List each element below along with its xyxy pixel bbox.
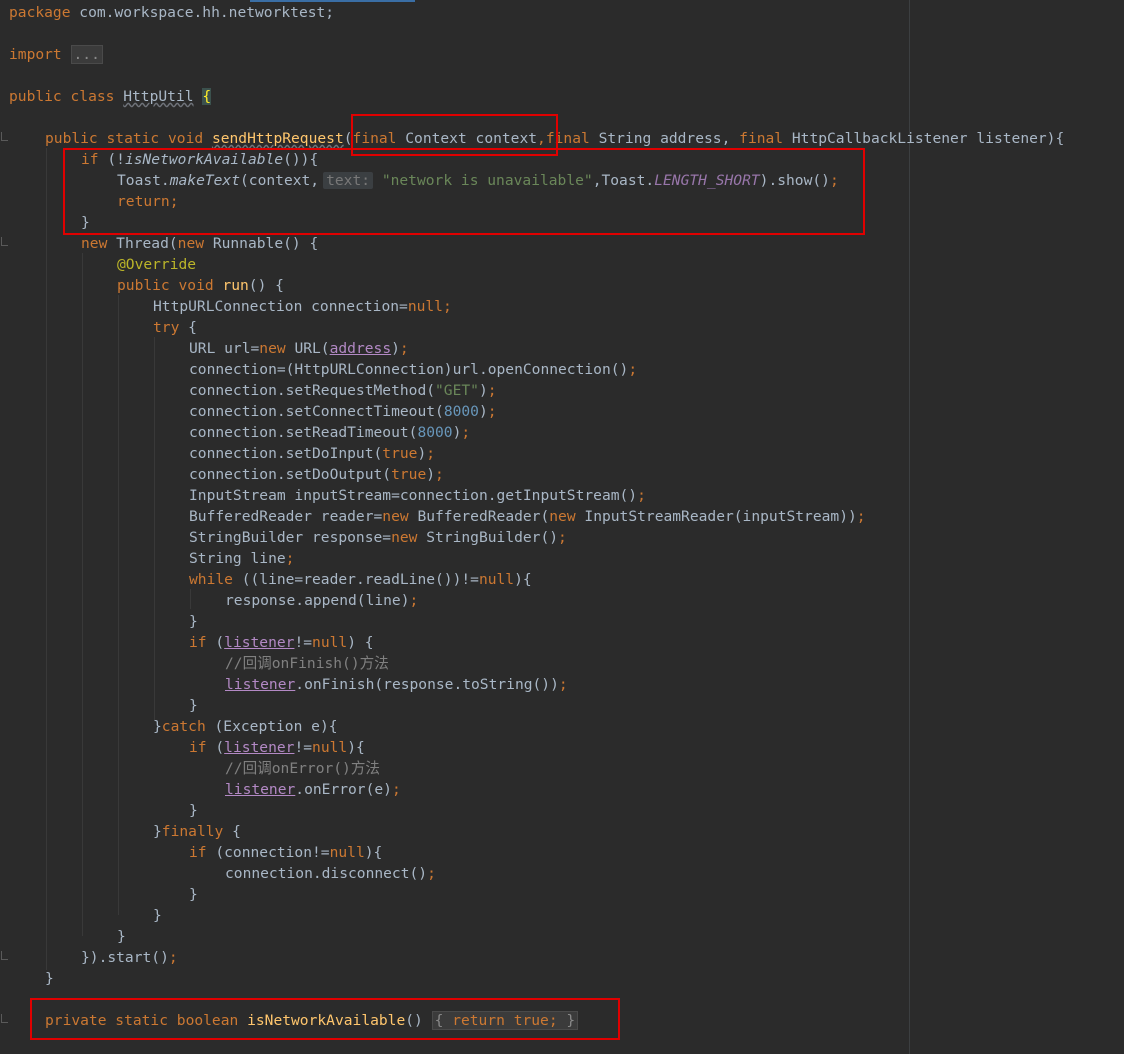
indent-guide xyxy=(118,295,119,915)
code-line[interactable]: if (listener!=null) { xyxy=(189,632,374,653)
code-line[interactable]: } xyxy=(189,884,198,905)
code-line[interactable]: //回调onError()方法 xyxy=(225,758,380,779)
code-line[interactable]: package com.workspace.hh.networktest; xyxy=(9,2,334,23)
right-margin-guide xyxy=(909,0,910,1054)
indent-guide xyxy=(82,253,83,936)
code-line[interactable]: if (connection!=null){ xyxy=(189,842,382,863)
highlight-box-network-check xyxy=(63,148,865,235)
code-line[interactable]: StringBuilder response=new StringBuilder… xyxy=(189,527,567,548)
code-line[interactable]: connection.disconnect(); xyxy=(225,863,436,884)
indent-guide xyxy=(190,589,191,609)
fold-marker-icon[interactable] xyxy=(1,951,8,960)
code-comment: //回调onError()方法 xyxy=(225,760,381,777)
code-line[interactable]: listener.onFinish(response.toString()); xyxy=(225,674,568,695)
code-line[interactable]: }catch (Exception e){ xyxy=(153,716,338,737)
code-line[interactable]: }).start(); xyxy=(81,947,178,968)
code-line[interactable]: }finally { xyxy=(153,821,241,842)
code-line[interactable]: connection.setConnectTimeout(8000); xyxy=(189,401,497,422)
code-line[interactable]: //回调onFinish()方法 xyxy=(225,653,389,674)
fold-marker-icon[interactable] xyxy=(1,1014,8,1023)
folded-imports[interactable]: ... xyxy=(70,45,103,64)
code-line[interactable]: public class HttpUtil { xyxy=(9,86,212,107)
code-line[interactable]: import ... xyxy=(9,44,103,65)
code-line[interactable]: try { xyxy=(153,317,197,338)
code-line[interactable]: } xyxy=(189,695,198,716)
matched-brace: { xyxy=(202,88,212,105)
code-line[interactable]: connection.setReadTimeout(8000); xyxy=(189,422,470,443)
code-line[interactable]: InputStream inputStream=connection.getIn… xyxy=(189,485,646,506)
code-line[interactable]: URL url=new URL(address); xyxy=(189,338,409,359)
code-line[interactable]: response.append(line); xyxy=(225,590,418,611)
highlight-box-network-method xyxy=(30,998,620,1040)
fold-marker-icon[interactable] xyxy=(1,132,8,141)
code-line[interactable]: } xyxy=(153,905,162,926)
fold-marker-icon[interactable] xyxy=(1,237,8,246)
code-line[interactable]: while ((line=reader.readLine())!=null){ xyxy=(189,569,532,590)
code-line[interactable]: connection.setDoOutput(true); xyxy=(189,464,444,485)
class-name: HttpUtil xyxy=(123,88,194,105)
indent-guide xyxy=(46,148,47,970)
code-line[interactable]: BufferedReader reader=new BufferedReader… xyxy=(189,506,866,527)
code-line[interactable]: public void run() { xyxy=(117,275,284,296)
code-comment: //回调onFinish()方法 xyxy=(225,655,389,672)
code-line[interactable]: } xyxy=(189,611,198,632)
code-line[interactable]: connection.setRequestMethod("GET"); xyxy=(189,380,497,401)
code-line[interactable]: new Thread(new Runnable() { xyxy=(81,233,318,254)
indent-guide xyxy=(154,337,155,720)
method-name: sendHttpRequest xyxy=(211,130,344,147)
code-line[interactable]: } xyxy=(45,968,54,989)
code-line[interactable]: listener.onError(e); xyxy=(225,779,401,800)
code-line[interactable]: HttpURLConnection connection=null; xyxy=(153,296,452,317)
code-line[interactable]: } xyxy=(117,926,126,947)
code-line[interactable]: @Override xyxy=(117,254,196,275)
code-line[interactable]: connection.setDoInput(true); xyxy=(189,443,435,464)
code-line[interactable]: connection=(HttpURLConnection)url.openCo… xyxy=(189,359,637,380)
code-line[interactable]: } xyxy=(189,800,198,821)
code-editor[interactable]: package com.workspace.hh.networktest; im… xyxy=(0,0,1124,1054)
code-line[interactable]: String line; xyxy=(189,548,294,569)
code-line[interactable]: if (listener!=null){ xyxy=(189,737,365,758)
